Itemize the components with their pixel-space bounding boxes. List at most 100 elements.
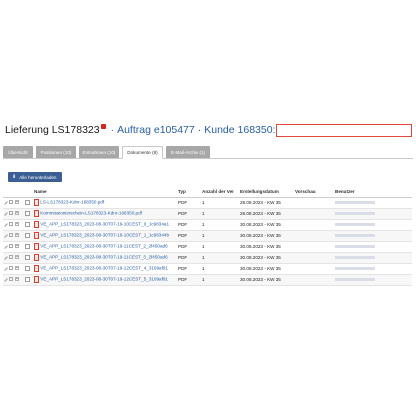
- trash-icon[interactable]: [15, 200, 19, 204]
- table-row[interactable]: VE_APP_LS178323_2023-08-30T07-19-11CEST_…: [3, 252, 412, 264]
- column-header-type[interactable]: Typ: [178, 187, 202, 198]
- customer-link[interactable]: Kunde 168350:: [204, 124, 275, 136]
- column-header-user[interactable]: Benutzer: [335, 187, 412, 198]
- version-count: 1: [202, 197, 240, 209]
- preview-cell: [295, 241, 335, 253]
- tab-uebersicht[interactable]: Übersicht: [3, 146, 33, 158]
- redacted-user: [335, 245, 375, 248]
- page-title: Lieferung LS178323: [5, 124, 100, 136]
- table-row[interactable]: Kommissionierschein-LS178323-Kdnr-168350…: [3, 208, 412, 220]
- copy-icon[interactable]: [9, 233, 13, 237]
- version-count: 1: [202, 219, 240, 231]
- trash-icon[interactable]: [15, 266, 19, 270]
- row-checkbox[interactable]: [25, 265, 30, 271]
- edit-icon[interactable]: [3, 232, 8, 238]
- edit-icon[interactable]: [3, 265, 8, 271]
- document-name-link[interactable]: LS-LS178323-Kdnr-168350.pdf: [40, 200, 104, 205]
- creation-date: 30.08.2023 - KW 35: [240, 263, 295, 275]
- row-checkbox[interactable]: [25, 232, 30, 238]
- tab-positionen[interactable]: Positionen (10): [36, 146, 76, 158]
- edit-icon[interactable]: [3, 221, 8, 227]
- edit-icon[interactable]: [3, 276, 8, 282]
- pdf-icon: [34, 232, 39, 239]
- document-type: PDF: [178, 219, 202, 231]
- order-link[interactable]: Auftrag e105477: [117, 124, 195, 136]
- creation-date: 28.08.2023 - KW 35: [240, 197, 295, 209]
- column-header-name[interactable]: Name: [34, 187, 178, 198]
- tab-entnahmen[interactable]: Entnahmen (10): [79, 146, 119, 158]
- document-name-link[interactable]: VE_APP_LS178323_2023-08-30T07-19-11CEST_…: [40, 255, 167, 260]
- preview-cell: [295, 208, 335, 220]
- table-row[interactable]: VE_APP_LS178323_2023-08-30T07-19-10CEST_…: [3, 230, 412, 242]
- edit-icon[interactable]: [3, 254, 8, 260]
- copy-icon[interactable]: [9, 211, 13, 215]
- pdf-icon: [34, 265, 39, 272]
- version-count: 1: [202, 241, 240, 253]
- trash-icon[interactable]: [15, 255, 19, 259]
- document-name-link[interactable]: VE_APP_LS178323_2023-08-30T07-19-10CEST_…: [40, 222, 169, 227]
- row-checkbox[interactable]: [25, 199, 30, 205]
- copy-icon[interactable]: [9, 277, 13, 281]
- row-checkbox[interactable]: [25, 276, 30, 282]
- status-badge: [100, 124, 106, 129]
- header-separator: ·: [197, 124, 202, 136]
- redacted-user: [335, 223, 375, 226]
- edit-icon[interactable]: [3, 243, 8, 249]
- copy-icon[interactable]: [9, 266, 13, 270]
- column-header-count[interactable]: Anzahl der Ver: [202, 187, 240, 198]
- redacted-user: [335, 278, 375, 281]
- column-header-preview[interactable]: Vorschau: [295, 187, 335, 198]
- edit-icon[interactable]: [3, 210, 8, 216]
- document-type: PDF: [178, 208, 202, 220]
- copy-icon[interactable]: [9, 200, 13, 204]
- copy-icon[interactable]: [9, 255, 13, 259]
- trash-icon[interactable]: [15, 277, 19, 281]
- column-header-date[interactable]: Erstellungsdatum: [240, 187, 295, 198]
- version-count: 1: [202, 274, 240, 286]
- table-header-row: Name Typ Anzahl der Ver Erstellungsdatum…: [3, 187, 412, 198]
- row-checkbox[interactable]: [25, 210, 30, 216]
- download-all-button[interactable]: ⬇ Alle herunterladen: [8, 172, 62, 182]
- redacted-customer-name: [276, 123, 412, 137]
- version-count: 1: [202, 230, 240, 242]
- trash-icon[interactable]: [15, 222, 19, 226]
- download-all-label: Alle herunterladen: [19, 174, 57, 180]
- document-type: PDF: [178, 274, 202, 286]
- preview-cell: [295, 252, 335, 264]
- table-row[interactable]: LS-LS178323-Kdnr-168350.pdf PDF 1 28.08.202…: [3, 197, 412, 209]
- table-row[interactable]: VE_APP_LS178323_2023-08-30T07-19-12CEST_…: [3, 263, 412, 275]
- document-name-link[interactable]: VE_APP_LS178323_2023-08-30T07-19-12CEST_…: [40, 277, 168, 282]
- edit-icon[interactable]: [3, 199, 8, 205]
- pdf-icon: [34, 210, 39, 217]
- preview-cell: [295, 219, 335, 231]
- tab-dokumente[interactable]: Dokumente (8): [122, 146, 163, 159]
- redacted-user: [335, 201, 375, 204]
- copy-icon[interactable]: [9, 244, 13, 248]
- row-checkbox[interactable]: [25, 254, 30, 260]
- document-name-link[interactable]: VE_APP_LS178323_2023-08-30T07-19-10CEST_…: [40, 233, 169, 238]
- document-name-link[interactable]: Kommissionierschein-LS178323-Kdnr-168350…: [40, 211, 142, 216]
- table-row[interactable]: VE_APP_LS178323_2023-08-30T07-19-10CEST_…: [3, 219, 412, 231]
- preview-cell: [295, 274, 335, 286]
- row-checkbox[interactable]: [25, 243, 30, 249]
- pdf-icon: [34, 276, 39, 283]
- trash-icon[interactable]: [15, 233, 19, 237]
- pdf-icon: [34, 199, 39, 206]
- row-checkbox[interactable]: [25, 221, 30, 227]
- document-type: PDF: [178, 230, 202, 242]
- version-count: 1: [202, 263, 240, 275]
- tab-email-archiv[interactable]: E-Mail-Archiv (1): [166, 146, 210, 158]
- documents-table: Name Typ Anzahl der Ver Erstellungsdatum…: [3, 187, 412, 286]
- creation-date: 30.08.2023 - KW 35: [240, 252, 295, 264]
- trash-icon[interactable]: [15, 244, 19, 248]
- document-name-link[interactable]: VE_APP_LS178323_2023-08-30T07-19-11CEST_…: [40, 244, 167, 249]
- trash-icon[interactable]: [15, 211, 19, 215]
- header-separator: ·: [110, 124, 115, 136]
- tab-bar: Übersicht Positionen (10) Entnahmen (10)…: [3, 146, 413, 159]
- copy-icon[interactable]: [9, 222, 13, 226]
- page-header: Lieferung LS178323 · Auftrag e105477 · K…: [5, 122, 412, 138]
- document-type: PDF: [178, 241, 202, 253]
- table-row[interactable]: VE_APP_LS178323_2023-08-30T07-19-12CEST_…: [3, 274, 412, 286]
- table-row[interactable]: VE_APP_LS178323_2023-08-30T07-19-11CEST_…: [3, 241, 412, 253]
- document-name-link[interactable]: VE_APP_LS178323_2023-08-30T07-19-12CEST_…: [40, 266, 168, 271]
